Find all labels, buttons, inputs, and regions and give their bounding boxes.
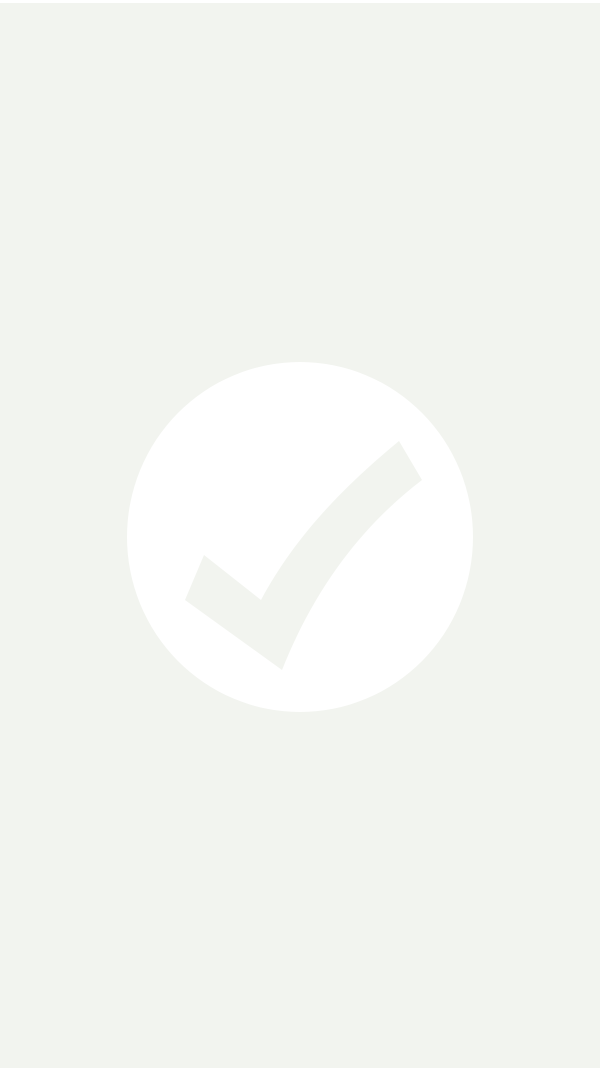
badge-circle: [127, 362, 473, 712]
check-circle-icon: [127, 362, 473, 712]
splash-screen: [0, 0, 600, 1068]
top-edge: [0, 0, 600, 3]
